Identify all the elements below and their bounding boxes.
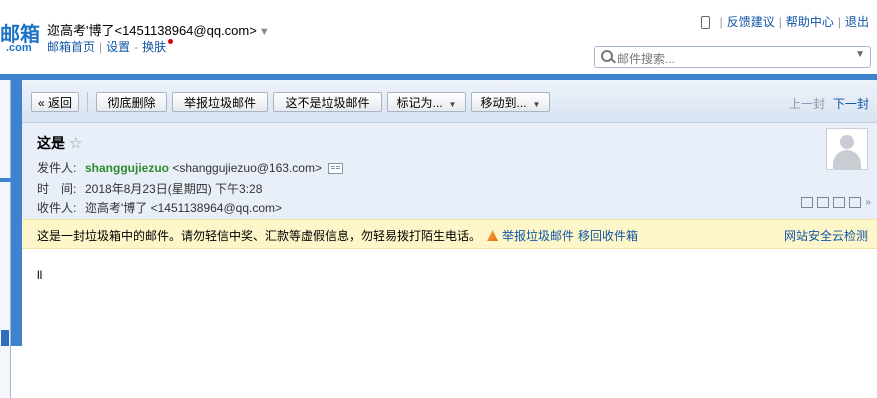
settings-link[interactable]: 设置: [106, 40, 130, 54]
phone-icon[interactable]: [700, 16, 710, 30]
left-scrollbar[interactable]: [1, 330, 9, 346]
mail-pager: 上一封 下一封: [789, 95, 869, 112]
mailbox-home-link[interactable]: 邮箱首页: [47, 40, 95, 54]
delete-forever-button[interactable]: 彻底删除: [96, 92, 167, 112]
search-placeholder: 邮件搜索...: [617, 52, 676, 66]
report-flag-icon: [487, 230, 499, 241]
mark-as-button[interactable]: 标记为... ▼: [387, 92, 466, 112]
mail-header: 这是 ☆ 发件人: shanggujiezuo <shanggujiezuo@163…: [22, 123, 877, 219]
new-window-icon[interactable]: [801, 196, 814, 208]
new-dot-icon: [168, 39, 174, 44]
not-spam-button[interactable]: 这不是垃圾邮件: [273, 92, 382, 112]
move-to-button[interactable]: 移动到... ▼: [471, 92, 550, 112]
account-display: 迩高考'博了<1451138964@qq.com>: [47, 23, 257, 38]
time-row: 时 间: 2018年8月23日(星期四) 下午3:28: [37, 180, 262, 197]
star-icon[interactable]: ☆: [69, 135, 82, 152]
right-links: | 反馈建议 | 帮助中心 | 退出: [700, 13, 869, 30]
help-link[interactable]: 帮助中心: [786, 15, 834, 29]
left-panel-lower: [0, 182, 11, 398]
time-value: 2018年8月23日(星期四) 下午3:28: [85, 182, 263, 196]
avatar-head: [840, 135, 854, 149]
subject-text: 这是: [37, 135, 65, 151]
spam-warning-text: 这是一封垃圾箱中的邮件。请勿轻信中奖、汇款等虚假信息，勿轻易拨打陌生电话。: [37, 229, 482, 243]
back-button[interactable]: « 返回: [31, 92, 79, 112]
recipient: 迩高考'博了 <1451138964@qq.com>: [85, 201, 283, 215]
feedback-link[interactable]: 反馈建议: [727, 15, 775, 29]
from-row: 发件人: shanggujiezuo <shanggujiezuo@163.com…: [37, 159, 343, 176]
left-panel-edge: [0, 74, 14, 398]
time-label: 时 间:: [37, 182, 77, 196]
account-dropdown-icon[interactable]: ▼: [259, 26, 270, 38]
mark-as-label: 标记为...: [396, 96, 443, 110]
mail-toolbar: « 返回 彻底删除 举报垃圾邮件 这不是垃圾邮件 标记为... ▼ 移动到... ▼…: [22, 80, 877, 123]
search-icon[interactable]: [601, 50, 613, 62]
divider: -: [134, 40, 139, 54]
account-name[interactable]: 迩高考'博了<1451138964@qq.com> ▼: [47, 20, 270, 39]
to-label: 收件人:: [37, 201, 77, 215]
header-tool-icons: »: [797, 196, 871, 208]
chevron-down-icon: ▼: [448, 100, 457, 109]
search-input[interactable]: 邮件搜索... ▼: [594, 46, 871, 68]
report-spam-link[interactable]: 举报垃圾邮件: [502, 229, 574, 243]
print-icon[interactable]: [817, 196, 830, 208]
left-panel-upper: [0, 80, 11, 178]
mail-subject: 这是 ☆: [37, 133, 82, 153]
next-mail-link[interactable]: 下一封: [833, 97, 869, 111]
toolbar-divider: [87, 92, 88, 112]
top-header: 邮箱 .com 迩高考'博了<1451138964@qq.com> ▼ 邮箱首页 |…: [0, 0, 877, 74]
divider: |: [719, 15, 723, 29]
attachment-view-icon[interactable]: [833, 196, 846, 208]
sender-name[interactable]: shanggujiezuo: [85, 161, 169, 175]
from-label: 发件人:: [37, 161, 77, 175]
to-row: 收件人: 迩高考'博了 <1451138964@qq.com>: [37, 199, 282, 216]
avatar[interactable]: [826, 128, 868, 170]
spam-warning: 这是一封垃圾箱中的邮件。请勿轻信中奖、汇款等虚假信息，勿轻易拨打陌生电话。 举报垃…: [37, 227, 638, 244]
skin-link[interactable]: 换肤: [142, 40, 166, 54]
move-back-inbox-link[interactable]: 移回收件箱: [578, 229, 638, 243]
avatar-body: [833, 150, 861, 169]
sender-address: <shanggujiezuo@163.com>: [172, 161, 322, 175]
spam-warning-bar: 这是一封垃圾箱中的邮件。请勿轻信中奖、汇款等虚假信息，勿轻易拨打陌生电话。 举报垃…: [22, 219, 877, 249]
mail-body: ll: [37, 268, 43, 282]
main-area: « 返回 彻底删除 举报垃圾邮件 这不是垃圾邮件 标记为... ▼ 移动到... ▼…: [14, 74, 877, 346]
contact-card-icon[interactable]: [327, 163, 343, 175]
search-dropdown-icon[interactable]: ▼: [855, 49, 865, 60]
divider: |: [99, 40, 103, 54]
mail-logo-suffix: .com: [6, 42, 32, 54]
cloud-security-check-link[interactable]: 网站安全云检测: [784, 227, 868, 244]
top-links: 邮箱首页 | 设置 - 换肤: [47, 38, 174, 55]
prev-mail-link[interactable]: 上一封: [789, 97, 825, 111]
logout-link[interactable]: 退出: [845, 15, 869, 29]
expand-chevron-icon[interactable]: »: [865, 197, 871, 208]
move-to-label: 移动到...: [480, 96, 527, 110]
report-spam-button[interactable]: 举报垃圾邮件: [172, 92, 268, 112]
mail-read-frame: « 返回 彻底删除 举报垃圾邮件 这不是垃圾邮件 标记为... ▼ 移动到... ▼…: [22, 80, 877, 346]
divider: |: [778, 15, 782, 29]
chevron-down-icon: ▼: [532, 100, 541, 109]
divider: |: [837, 15, 841, 29]
document-icon[interactable]: [849, 196, 862, 208]
